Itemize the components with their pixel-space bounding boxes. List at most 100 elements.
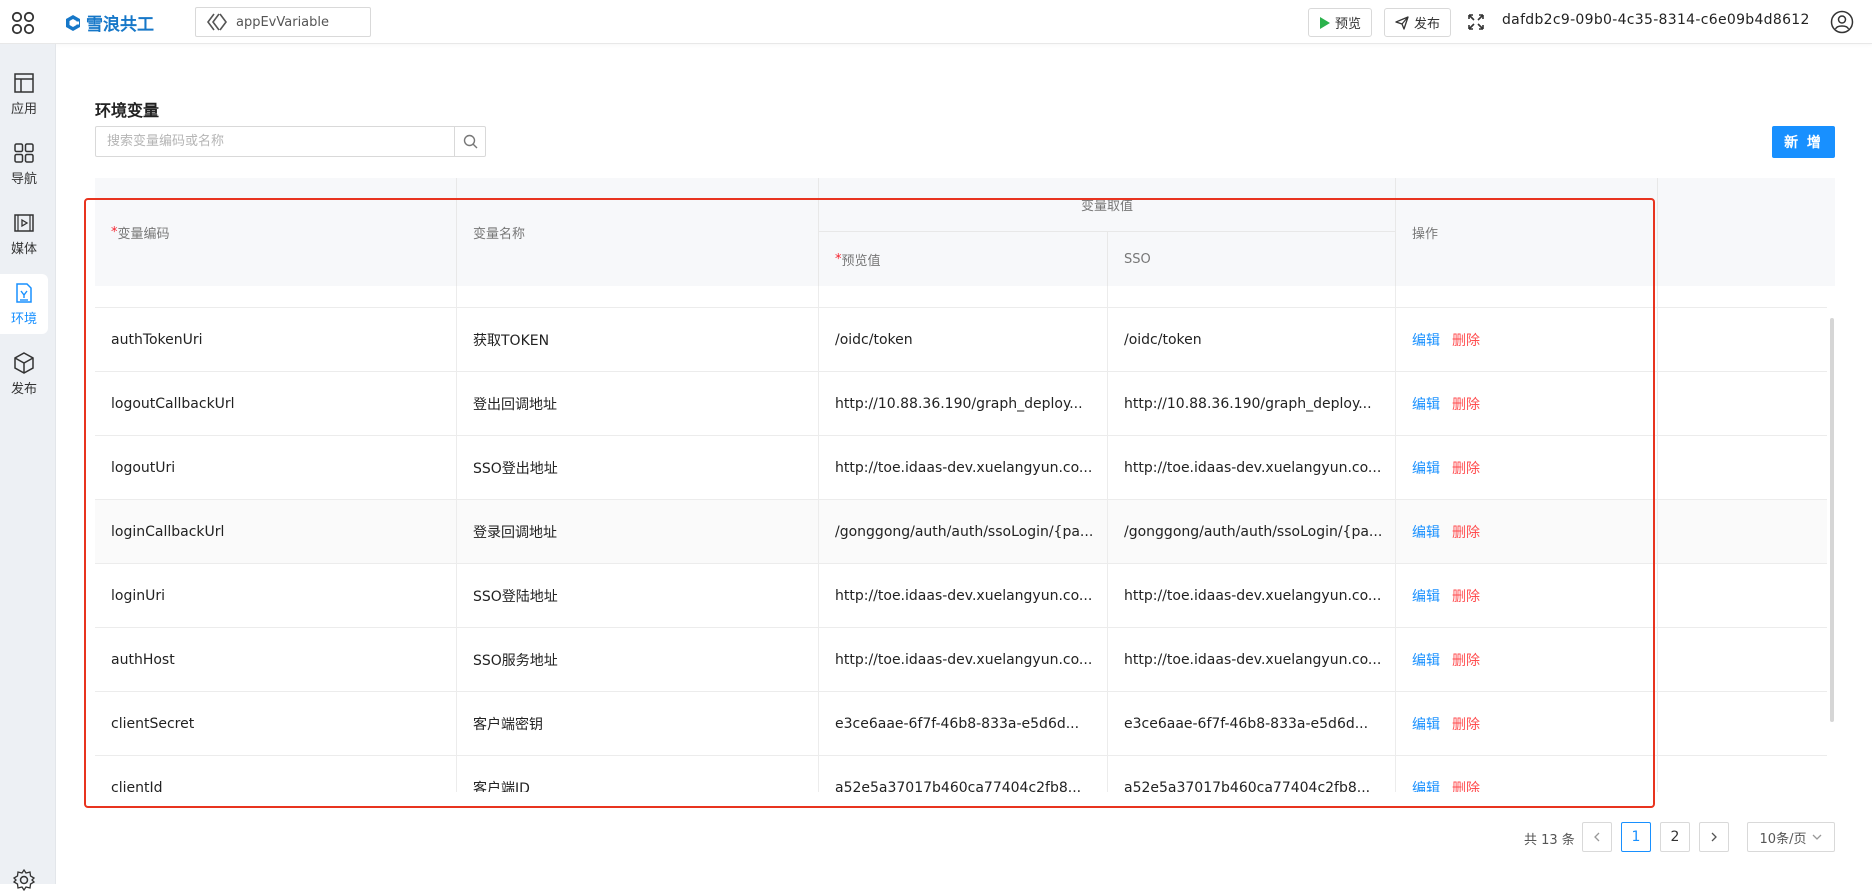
edit-link[interactable]: 编辑 — [1412, 522, 1440, 542]
page-title: 环境变量 — [95, 101, 160, 120]
cell-sso: /gonggong/auth/auth/ssoLogin/{pa... — [1108, 500, 1396, 564]
cell-name: 客户端密钥 — [457, 692, 819, 756]
delete-link[interactable]: 删除 — [1452, 586, 1480, 606]
page-1-button[interactable]: 1 — [1621, 822, 1651, 852]
sidebar-item-env[interactable]: 环境 — [0, 274, 48, 334]
fullscreen-icon[interactable] — [1466, 12, 1486, 32]
send-icon — [1395, 15, 1409, 30]
cell-name: 登录回调地址 — [457, 500, 819, 564]
cell-name: SSO登陆地址 — [457, 564, 819, 628]
search-button[interactable] — [454, 127, 485, 156]
delete-link[interactable]: 删除 — [1452, 394, 1480, 414]
edit-link[interactable]: 编辑 — [1412, 778, 1440, 792]
table-row[interactable]: authHost SSO服务地址 http://toe.idaas-dev.xu… — [95, 628, 1827, 692]
delete-link[interactable]: 删除 — [1452, 522, 1480, 542]
cell-action: 编辑 删除 — [1396, 564, 1658, 628]
page-size-select[interactable]: 10条/页 — [1747, 822, 1835, 852]
col-header-action: 操作 — [1396, 178, 1658, 286]
search-input[interactable] — [96, 127, 454, 156]
cell-preview: http://toe.idaas-dev.xuelangyun.co... — [819, 436, 1108, 500]
cell-action — [1396, 286, 1658, 308]
chevron-right-icon — [1711, 832, 1717, 842]
sidebar-item-publish[interactable]: 发布 — [0, 344, 48, 404]
edit-link[interactable]: 编辑 — [1412, 458, 1440, 478]
table-scrollbar[interactable] — [1830, 318, 1834, 722]
table-header: * 变量编码 变量名称 变量取值 * 预览值 SSO 操作 — [95, 178, 1835, 286]
brand-icon — [66, 14, 80, 31]
package-icon — [14, 352, 34, 374]
cell-action: 编辑 删除 — [1396, 692, 1658, 756]
col-header-value-group: 变量取值 — [819, 178, 1396, 232]
play-icon — [1320, 16, 1330, 29]
cell-preview: http://toe.idaas-dev.xuelangyun.co... — [819, 564, 1108, 628]
apps-menu-icon[interactable] — [10, 10, 36, 36]
cell-preview: /gonggong/auth/auth/ssoLogin/{pa... — [819, 500, 1108, 564]
cell-sso: e3ce6aae-6f7f-46b8-833a-e5d6d... — [1108, 692, 1396, 756]
col-header-preview: * 预览值 — [819, 232, 1108, 286]
delete-link[interactable]: 删除 — [1452, 714, 1480, 734]
sidebar-item-label: 发布 — [10, 382, 37, 397]
publish-button[interactable]: 发布 — [1384, 8, 1452, 37]
table-row[interactable]: authTokenUri 获取TOKEN /oidc/token /oidc/t… — [95, 308, 1827, 372]
cell-preview: /oidc/token — [819, 308, 1108, 372]
add-button[interactable]: 新 增 — [1772, 126, 1835, 158]
cell-code: clientSecret — [95, 692, 457, 756]
table-row[interactable]: clientId 客户端ID a52e5a37017b460ca77404c2f… — [95, 756, 1827, 792]
cell-preview: a52e5a37017b460ca77404c2fb8... — [819, 756, 1108, 792]
cell-action: 编辑 删除 — [1396, 756, 1658, 792]
edit-link[interactable]: 编辑 — [1412, 650, 1440, 670]
chevron-left-icon — [1594, 832, 1600, 842]
edit-link[interactable]: 编辑 — [1412, 714, 1440, 734]
table-row[interactable]: logoutUri SSO登出地址 http://toe.idaas-dev.x… — [95, 436, 1827, 500]
cell-preview — [819, 286, 1108, 308]
top-bar: 雪浪共工 appEvVariable 预览 发布 dafdb2c9-09b0-4… — [0, 0, 1872, 44]
brand-logo[interactable]: 雪浪共工 — [64, 10, 154, 35]
table-row[interactable]: clientSecret 客户端密钥 e3ce6aae-6f7f-46b8-83… — [95, 692, 1827, 756]
preview-button[interactable]: 预览 — [1308, 8, 1373, 37]
col-header-spacer — [1658, 178, 1835, 286]
sidebar-item-media[interactable]: 媒体 — [0, 204, 48, 264]
table-row[interactable]: loginUri SSO登陆地址 http://toe.idaas-dev.xu… — [95, 564, 1827, 628]
cell-sso: http://toe.idaas-dev.xuelangyun.co... — [1108, 564, 1396, 628]
app-selector-label: appEvVariable — [236, 14, 330, 30]
cell-sso: /oidc/token — [1108, 308, 1396, 372]
cell-code: logoutCallbackUrl — [95, 372, 457, 436]
cell-action: 编辑 删除 — [1396, 500, 1658, 564]
col-header-name: 变量名称 — [457, 178, 819, 286]
publish-label: 发布 — [1414, 17, 1441, 32]
next-page-button[interactable] — [1699, 822, 1729, 852]
sidebar-item-app[interactable]: 应用 — [0, 64, 48, 124]
col-header-code: * 变量编码 — [95, 178, 457, 286]
delete-link[interactable]: 删除 — [1452, 458, 1480, 478]
media-icon — [14, 214, 34, 232]
delete-link[interactable]: 删除 — [1452, 778, 1480, 792]
cell-sso: a52e5a37017b460ca77404c2fb8... — [1108, 756, 1396, 792]
app-selector[interactable]: appEvVariable — [195, 7, 371, 37]
cell-code: logoutUri — [95, 436, 457, 500]
search-icon — [463, 134, 477, 149]
delete-link[interactable]: 删除 — [1452, 330, 1480, 350]
cell-action: 编辑 删除 — [1396, 436, 1658, 500]
table-row[interactable]: loginCallbackUrl 登录回调地址 /gonggong/auth/a… — [95, 500, 1827, 564]
prev-page-button[interactable] — [1582, 822, 1612, 852]
cell-sso: http://10.88.36.190/graph_deploy... — [1108, 372, 1396, 436]
settings-gear-icon[interactable] — [12, 868, 36, 892]
cell-action: 编辑 删除 — [1396, 372, 1658, 436]
page-2-button[interactable]: 2 — [1660, 822, 1690, 852]
env-variable-table: * 变量编码 变量名称 变量取值 * 预览值 SSO 操作 authTokenUri… — [95, 178, 1835, 792]
edit-link[interactable]: 编辑 — [1412, 586, 1440, 606]
cell-preview: e3ce6aae-6f7f-46b8-833a-e5d6d... — [819, 692, 1108, 756]
cell-name: 获取TOKEN — [457, 308, 819, 372]
sidebar-item-nav[interactable]: 导航 — [0, 134, 48, 194]
cell-name: SSO登出地址 — [457, 436, 819, 500]
user-avatar-icon[interactable] — [1830, 10, 1854, 34]
page-size-label: 10条/页 — [1759, 831, 1807, 847]
edit-link[interactable]: 编辑 — [1412, 394, 1440, 414]
table-row — [95, 286, 1827, 308]
delete-link[interactable]: 删除 — [1452, 650, 1480, 670]
cell-name: 客户端ID — [457, 756, 819, 792]
cell-name — [457, 286, 819, 308]
table-row[interactable]: logoutCallbackUrl 登出回调地址 http://10.88.36… — [95, 372, 1827, 436]
edit-link[interactable]: 编辑 — [1412, 330, 1440, 350]
sidebar-item-label: 导航 — [10, 172, 37, 187]
